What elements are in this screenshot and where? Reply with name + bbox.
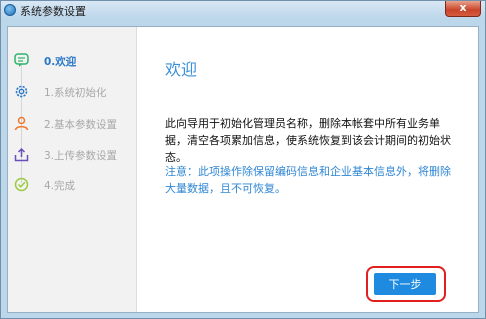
user-icon [14, 116, 29, 131]
step-basic-params: 2.基本参数设置 [14, 116, 134, 132]
next-button-highlight: 下一步 [366, 266, 446, 302]
check-circle-icon [14, 177, 29, 192]
step-label: 2.基本参数设置 [44, 119, 118, 131]
steps-sidebar: 0.欢迎 1.系统初始化 2.基本参数设置 3.上传参数设置 4.完成 [8, 27, 137, 312]
description-text: 此向导用于初始化管理员名称，删除本帐套中所有业务单据，清空各项累加信息，使系统恢… [165, 117, 451, 164]
gear-icon [15, 85, 28, 98]
step-label: 1.系统初始化 [44, 87, 107, 99]
page-title: 欢迎 [165, 60, 198, 79]
title-bar[interactable]: 系统参数设置 x [1, 1, 485, 19]
step-label: 4.完成 [44, 180, 76, 192]
step-label: 3.上传参数设置 [44, 150, 118, 162]
wizard-body: 0.欢迎 1.系统初始化 2.基本参数设置 3.上传参数设置 4.完成 欢迎 此… [7, 26, 479, 313]
step-system-init: 1.系统初始化 [14, 84, 134, 100]
setup-wizard-window: 系统参数设置 x 0.欢迎 1.系统初始化 2.基本参数设置 3.上传参数设置 … [0, 0, 486, 319]
step-welcome: 0.欢迎 [14, 53, 134, 69]
next-button[interactable]: 下一步 [374, 273, 436, 295]
close-button[interactable]: x [445, 1, 481, 17]
chat-bubble-icon [14, 53, 29, 67]
step-label: 0.欢迎 [44, 56, 77, 68]
app-icon [4, 4, 16, 16]
step-upload-params: 3.上传参数设置 [14, 147, 134, 163]
warning-notice: 注意：此项操作除保留编码信息和企业基本信息外，将删除大量数据，且不可恢复。 [165, 165, 451, 195]
upload-icon [14, 147, 29, 162]
step-finish: 4.完成 [14, 177, 134, 193]
window-title: 系统参数设置 [20, 5, 86, 18]
